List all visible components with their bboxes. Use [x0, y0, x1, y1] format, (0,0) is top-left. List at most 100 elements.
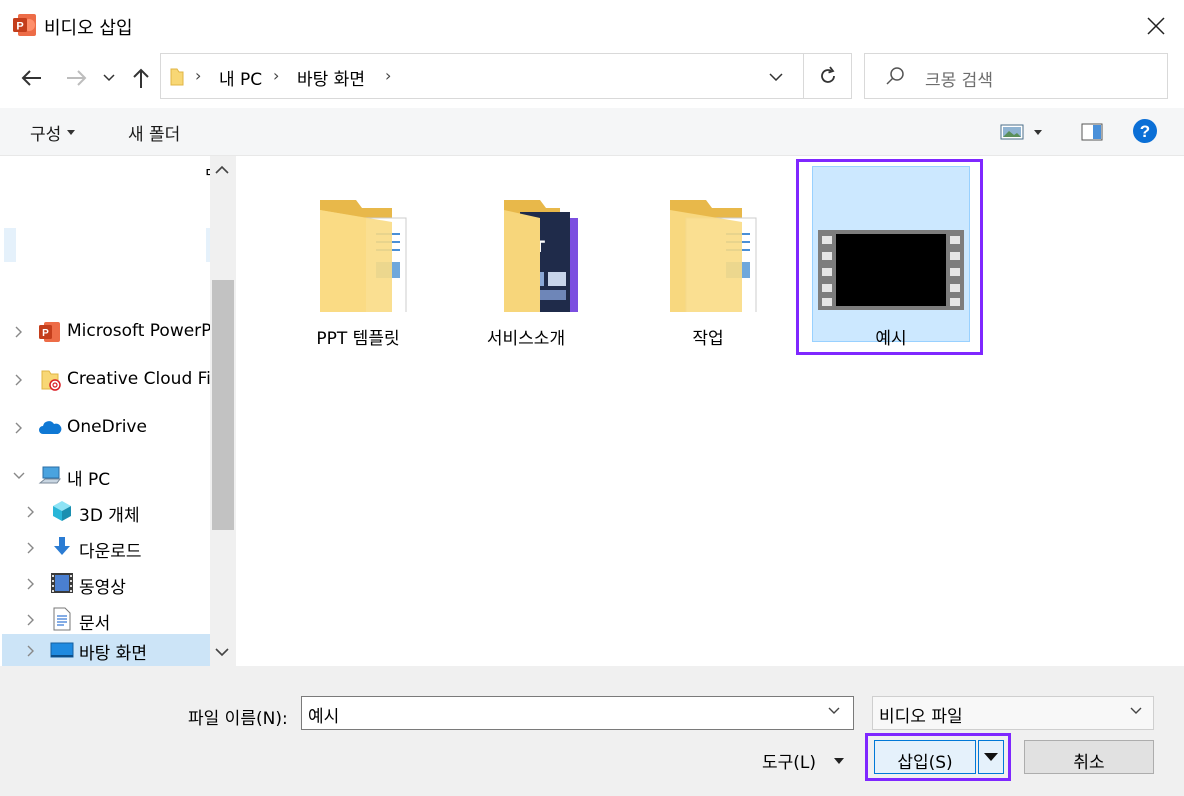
sidebar-item-desktop[interactable]: 바탕 화면	[0, 634, 210, 666]
sidebar-item-label: 3D 개체	[79, 506, 140, 526]
breadcrumb-my-pc[interactable]: 내 PC	[219, 65, 262, 90]
insert-video-dialog: P 비디오 삽입 › 내 PC › 바탕 화면 › 크몽 검색 구성 새 폴더 …	[0, 0, 1184, 796]
change-view-button[interactable]	[1000, 118, 1056, 146]
computer-icon	[38, 466, 61, 484]
chevron-down-icon[interactable]	[1128, 702, 1144, 718]
video-icon	[51, 573, 73, 593]
folder-icon	[170, 68, 184, 86]
annotation-highlight-box	[796, 159, 983, 355]
sidebar-item-3d-objects[interactable]: 3D 개체	[0, 494, 210, 530]
sidebar-item-documents[interactable]: 문서	[0, 602, 210, 638]
powerpoint-app-icon: P	[13, 14, 36, 36]
close-icon	[1147, 17, 1165, 35]
sidebar-item-label: OneDrive	[67, 417, 147, 437]
hover-strip	[4, 228, 16, 262]
svg-text:P: P	[42, 328, 49, 339]
sidebar-item-downloads[interactable]: 다운로드	[0, 530, 210, 566]
file-item-folder[interactable]: PPT 템플릿	[280, 166, 436, 349]
tools-button[interactable]: 도구(L)	[762, 748, 845, 773]
arrow-up-icon	[133, 68, 149, 88]
sidebar-item-label: Creative Cloud Fil	[67, 369, 216, 389]
sidebar-item-label: 내 PC	[67, 470, 111, 490]
scroll-down-icon[interactable]	[214, 646, 230, 658]
chevron-down-icon	[103, 74, 115, 82]
chevron-right-icon	[27, 645, 34, 657]
help-icon[interactable]: ?	[1132, 118, 1158, 144]
folder-preview-icon: T	[504, 200, 578, 312]
document-icon	[53, 607, 71, 631]
chevron-down-icon[interactable]	[826, 702, 842, 718]
creative-cloud-folder-icon	[41, 370, 61, 391]
filetype-select[interactable]: 비디오 파일	[872, 696, 1154, 730]
chevron-right-icon	[27, 542, 34, 554]
filename-label: 파일 이름(N):	[188, 709, 288, 729]
folder-icon	[320, 200, 407, 312]
caret-down-icon	[834, 757, 845, 764]
sidebar-item-creative-cloud[interactable]: Creative Cloud Fil	[0, 362, 216, 398]
search-placeholder: 크몽 검색	[925, 71, 993, 91]
sidebar-item-label: 동영상	[79, 578, 126, 598]
preview-pane-icon	[1081, 123, 1103, 141]
sidebar-item-powerpoint[interactable]: P Microsoft PowerP	[0, 314, 212, 350]
chevron-right-icon	[27, 614, 34, 626]
refresh-icon	[820, 66, 835, 83]
download-icon	[54, 537, 70, 555]
file-list[interactable]: PPT 템플릿 T 서비스소개	[240, 156, 1184, 666]
sidebar-item-label: 문서	[79, 614, 111, 634]
chevron-down-icon	[769, 73, 783, 81]
refresh-button[interactable]	[803, 54, 851, 98]
breadcrumb-separator-icon: ›	[195, 66, 202, 85]
arrow-right-icon	[67, 70, 87, 86]
sidebar-item-label: 다운로드	[79, 542, 142, 562]
search-input[interactable]: 크몽 검색	[864, 53, 1168, 99]
onedrive-cloud-icon	[39, 421, 62, 434]
preview-pane-button[interactable]	[1078, 118, 1106, 146]
chevron-right-icon	[27, 578, 34, 590]
up-button[interactable]	[126, 62, 156, 94]
file-item-folder[interactable]: 작업	[630, 166, 786, 349]
sidebar-item-onedrive[interactable]: OneDrive	[0, 410, 210, 446]
arrow-left-icon	[21, 70, 41, 86]
sidebar-item-my-pc[interactable]: 내 PC	[0, 458, 210, 494]
new-folder-button[interactable]: 새 폴더	[128, 120, 180, 145]
scroll-up-icon[interactable]	[214, 164, 230, 176]
breadcrumb-desktop[interactable]: 바탕 화면	[297, 65, 365, 90]
organize-label: 구성	[30, 125, 62, 145]
command-bar: 구성 새 폴더 ?	[0, 108, 1184, 156]
close-button[interactable]	[1134, 6, 1178, 46]
search-icon	[886, 67, 904, 85]
back-button[interactable]	[16, 62, 46, 94]
caret-down-icon	[1034, 129, 1042, 135]
powerpoint-icon: P	[39, 322, 60, 342]
desktop-icon	[50, 642, 74, 658]
chevron-right-icon	[27, 506, 34, 518]
sidebar-item-videos[interactable]: 동영상	[0, 566, 210, 602]
annotation-highlight-box	[865, 733, 1011, 781]
scrollbar-thumb[interactable]	[212, 280, 234, 530]
address-bar[interactable]: › 내 PC › 바탕 화면 ›	[160, 53, 852, 99]
sidebar-item-label: Microsoft PowerP	[67, 321, 212, 341]
chevron-right-icon	[15, 374, 22, 386]
organize-button[interactable]: 구성	[30, 120, 76, 145]
breadcrumb-separator-icon: ›	[273, 66, 280, 85]
navigation-pane[interactable]: ᄆ P Microsoft PowerP Creative Cloud Fil	[0, 156, 236, 666]
sidebar-scrollbar[interactable]	[210, 156, 236, 666]
filename-input[interactable]: 예시	[301, 696, 854, 730]
file-item-label: 작업	[692, 329, 724, 349]
view-thumbnail-icon	[1000, 124, 1024, 140]
chevron-down-icon	[13, 472, 25, 479]
folder-icon	[670, 200, 757, 312]
forward-button[interactable]	[62, 62, 92, 94]
address-history-dropdown[interactable]	[761, 66, 791, 88]
tools-label: 도구(L)	[762, 753, 817, 773]
recent-locations-button[interactable]	[96, 62, 122, 94]
svg-text:P: P	[16, 21, 23, 33]
breadcrumb-separator-icon: ›	[385, 66, 392, 85]
window-title: 비디오 삽입	[44, 18, 133, 39]
cancel-button[interactable]: 취소	[1024, 740, 1154, 774]
caret-down-icon	[67, 130, 76, 135]
chevron-right-icon	[15, 326, 22, 338]
file-item-folder[interactable]: T 서비스소개	[448, 166, 604, 349]
3d-objects-icon	[53, 501, 71, 521]
svg-text:?: ?	[1140, 122, 1150, 141]
